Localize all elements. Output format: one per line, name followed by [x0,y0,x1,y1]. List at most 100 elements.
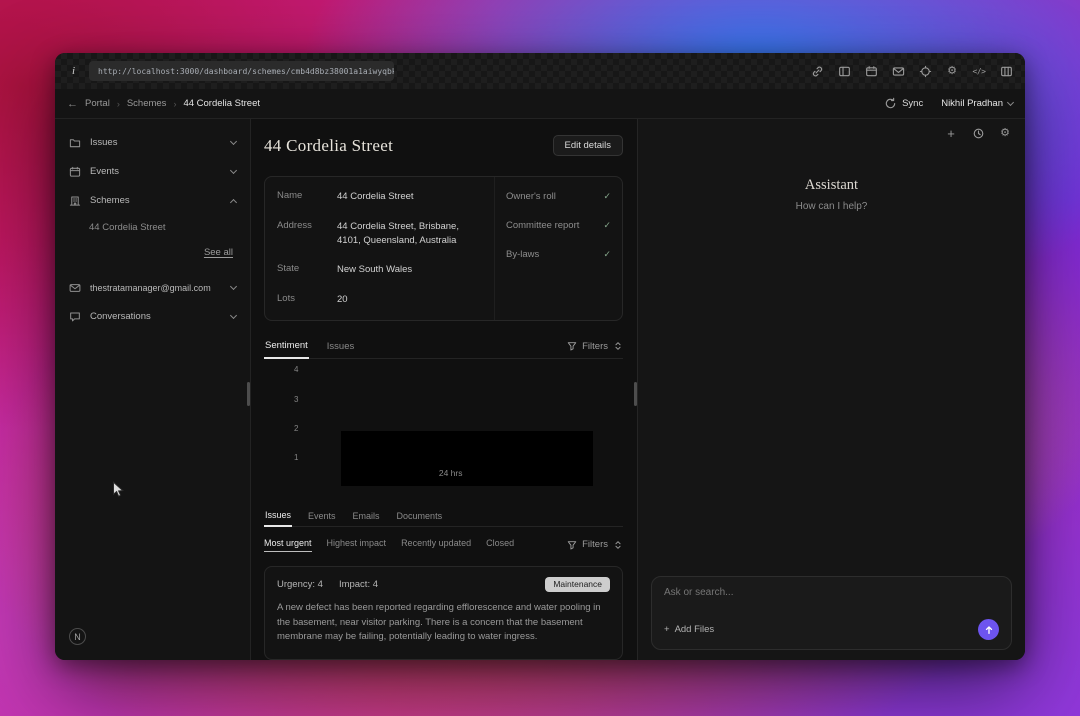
envelope-icon [69,282,81,294]
sync-label: Sync [902,98,923,109]
assistant-settings-gear-icon[interactable]: ⚙ [998,126,1012,140]
field-value: 44 Cordelia Street, Brisbane, 4101, Quee… [337,220,482,248]
url-bar[interactable]: http://localhost:3000/dashboard/schemes/… [89,61,394,81]
x-axis-label: 24 hrs [439,468,463,478]
check-icon: ✓ [603,249,611,260]
doc-label: Committee report [506,220,579,231]
folder-icon [69,137,81,149]
issue-impact: Impact: 4 [339,579,378,590]
brand-letter: N [74,632,81,642]
assistant-title: Assistant [638,177,1025,194]
filters-button[interactable]: Filters [567,539,623,550]
code-icon[interactable]: </> [972,64,986,78]
filters-button[interactable]: Filters [567,341,623,358]
chevron-right-icon: › [117,99,120,109]
tab-issues-list[interactable]: Issues [264,510,292,527]
breadcrumb-current: 44 Cordelia Street [183,98,260,109]
field-value: 20 [337,293,348,307]
chevron-right-icon: › [173,99,176,109]
issue-urgency: Urgency: 4 [277,579,323,590]
sync-icon [883,97,897,111]
panels-icon[interactable] [837,64,851,78]
user-menu[interactable]: Nikhil Pradhan [941,98,1013,109]
sidebar-item-schemes[interactable]: Schemes [55,186,250,215]
scheme-details-card: Name 44 Cordelia Street Address 44 Corde… [264,176,623,321]
building-icon [69,195,81,207]
add-files-label: Add Files [675,624,715,635]
sidebar-item-conversations[interactable]: Conversations [55,302,250,331]
sidebar-item-issues[interactable]: Issues [55,128,250,157]
tab-emails-list[interactable]: Emails [352,511,381,526]
main-panel: 44 Cordelia Street Edit details Name 44 … [251,119,637,660]
sidebar-item-label: Conversations [90,311,151,322]
y-axis-tick: 3 [294,395,298,404]
app-header: ← Portal › Schemes › 44 Cordelia Street … [55,89,1025,119]
chevron-down-icon [230,312,237,319]
mouse-cursor [112,481,126,504]
chevron-down-icon [1007,99,1014,106]
filters-label: Filters [582,539,608,550]
doc-row-committee-report[interactable]: Committee report ✓ [495,211,622,240]
tab-events-list[interactable]: Events [307,511,337,526]
sync-button[interactable]: Sync [883,97,923,111]
user-name: Nikhil Pradhan [941,98,1003,109]
gear-icon[interactable]: ⚙ [945,64,959,78]
sort-chevrons-icon [613,540,623,550]
target-icon[interactable] [918,64,932,78]
field-label: Address [277,220,337,248]
chevron-down-icon [230,138,237,145]
add-files-button[interactable]: + Add Files [664,624,714,635]
sidebar-item-events[interactable]: Events [55,157,250,186]
doc-label: By-laws [506,249,539,260]
edit-details-button[interactable]: Edit details [553,135,623,156]
field-label: Name [277,190,337,204]
sidebar: Issues Events Schemes 44 Cordelia Street… [55,119,251,660]
field-row-address: Address 44 Cordelia Street, Brisbane, 41… [265,212,494,256]
doc-row-owners-roll[interactable]: Owner's roll ✓ [495,182,622,211]
columns-icon[interactable] [999,64,1013,78]
y-axis-tick: 2 [294,424,298,433]
field-row-lots: Lots 20 [265,285,494,315]
sort-highest-impact[interactable]: Highest impact [327,538,387,551]
filters-label: Filters [582,341,608,352]
tab-documents-list[interactable]: Documents [396,511,444,526]
calendar-icon[interactable] [864,64,878,78]
issue-card[interactable]: Urgency: 4 Impact: 4 Maintenance A new d… [264,566,623,660]
send-arrow-icon [984,625,994,635]
sidebar-resize-handle[interactable] [247,382,250,406]
field-label: State [277,263,337,277]
y-axis-tick: 4 [294,365,298,374]
sidebar-item-account[interactable]: thestratamanager@gmail.com [55,273,250,302]
chevron-down-icon [230,283,237,290]
brand-logo: N [69,628,86,645]
sort-most-urgent[interactable]: Most urgent [264,538,312,552]
history-icon[interactable] [971,126,985,140]
chevron-down-icon [230,167,237,174]
see-all-link[interactable]: See all [204,247,233,258]
doc-row-bylaws[interactable]: By-laws ✓ [495,240,622,269]
back-arrow-icon[interactable]: ← [67,98,78,110]
sidebar-scheme-child[interactable]: 44 Cordelia Street [55,215,250,240]
field-value: 44 Cordelia Street [337,190,414,204]
link-icon[interactable] [810,64,824,78]
assistant-subtitle: How can I help? [638,201,1025,212]
assistant-search-input[interactable] [664,587,999,598]
new-chat-plus-icon[interactable]: + [944,126,958,140]
app-favicon-icon: i [67,65,80,78]
sidebar-item-label: Events [90,166,119,177]
breadcrumb-portal[interactable]: Portal [85,98,110,109]
field-value: New South Wales [337,263,412,277]
tab-sentiment[interactable]: Sentiment [264,340,309,359]
y-axis-tick: 1 [294,453,298,462]
chart-bar-block [341,431,593,486]
send-button[interactable] [978,619,999,640]
funnel-icon [567,341,577,351]
issue-description: A new defect has been reported regarding… [277,601,610,645]
url-text: http://localhost:3000/dashboard/schemes/… [98,67,394,76]
browser-titlebar: i http://localhost:3000/dashboard/scheme… [55,53,1025,89]
sort-closed[interactable]: Closed [486,538,514,551]
mail-icon[interactable] [891,64,905,78]
sort-recently-updated[interactable]: Recently updated [401,538,471,551]
tab-issues-chart[interactable]: Issues [326,341,355,358]
breadcrumb-schemes[interactable]: Schemes [127,98,167,109]
